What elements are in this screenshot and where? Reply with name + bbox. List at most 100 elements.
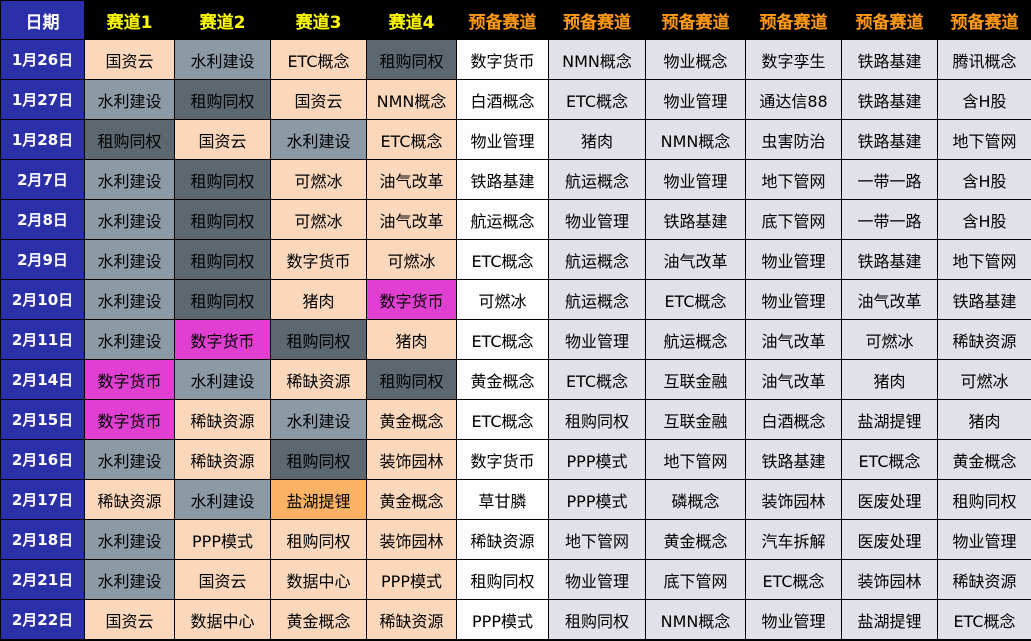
table-row: 2月15日 数字货币 稀缺资源 水利建设 黄金概念 ETC概念 租购同权 互联金融 白酒概念 盐湖…	[0, 399, 1031, 440]
backup-cell: 数字货币	[456, 439, 549, 480]
table-row: 2月17日 稀缺资源 水利建设 盐湖提锂 黄金概念 草甘膦 PPP模式 磷概念 装饰园林 医废处理…	[0, 479, 1031, 520]
date-cell: 2月21日	[0, 559, 85, 600]
track-cell: 数字货币	[366, 279, 457, 320]
track-cell: 可燃冰	[270, 159, 367, 200]
backup-cell: 地下管网	[937, 239, 1031, 280]
track-cell: 租购同权	[174, 79, 271, 120]
backup-cell: ETC概念	[456, 319, 549, 360]
track-cell: 国资云	[84, 599, 175, 640]
track-cell: 国资云	[174, 559, 271, 600]
track-cell: PPP模式	[366, 559, 457, 600]
track-cell: 稀缺资源	[366, 599, 457, 640]
backup-cell: 汽车拆解	[745, 519, 842, 560]
backup-cell: 装饰园林	[841, 559, 938, 600]
backup-cell: 白酒概念	[456, 79, 549, 120]
track-cell: 租购同权	[366, 359, 457, 400]
track-cell: 租购同权	[270, 519, 367, 560]
track-cell: 水利建设	[84, 439, 175, 480]
track-cell: 数字货币	[84, 399, 175, 440]
track-cell: 稀缺资源	[84, 479, 175, 520]
backup-cell: 猪肉	[548, 119, 646, 160]
track-cell: 黄金概念	[270, 599, 367, 640]
table-row: 1月27日 水利建设 租购同权 国资云 NMN概念 白酒概念 ETC概念 物业管理 通达信88 铁…	[0, 79, 1031, 120]
backup-cell: 铁路基建	[841, 39, 938, 80]
backup-cell: 装饰园林	[745, 479, 842, 520]
backup-cell: 航运概念	[548, 279, 646, 320]
track-cell: ETC概念	[366, 119, 457, 160]
date-cell: 1月26日	[0, 39, 85, 80]
backup-cell: 租购同权	[548, 399, 646, 440]
track-cell: 租购同权	[366, 39, 457, 80]
track-cell: 租购同权	[174, 159, 271, 200]
date-cell: 2月22日	[0, 599, 85, 640]
backup-header: 预备赛道	[937, 0, 1031, 40]
backup-cell: 底下管网	[745, 199, 842, 240]
backup-cell: 稀缺资源	[456, 519, 549, 560]
track-cell: 水利建设	[270, 399, 367, 440]
table-row: 2月7日 水利建设 租购同权 可燃冰 油气改革 铁路基建 航运概念 物业管理 地下管网 一带一路含…	[0, 159, 1031, 200]
date-cell: 2月18日	[0, 519, 85, 560]
date-cell: 2月10日	[0, 279, 85, 320]
backup-cell: ETC概念	[645, 279, 746, 320]
backup-cell: 腾讯概念	[937, 39, 1031, 80]
track-cell: 水利建设	[174, 39, 271, 80]
date-cell: 2月11日	[0, 319, 85, 360]
track-cell: 油气改革	[366, 199, 457, 240]
track-cell: 稀缺资源	[174, 439, 271, 480]
backup-cell: 数字孪生	[745, 39, 842, 80]
backup-cell: 盐湖提锂	[841, 599, 938, 640]
track-cell: 猪肉	[366, 319, 457, 360]
track-cell: 黄金概念	[366, 479, 457, 520]
backup-cell: 磷概念	[645, 479, 746, 520]
date-cell: 1月28日	[0, 119, 85, 160]
track-cell: 水利建设	[84, 239, 175, 280]
track-cell: 可燃冰	[366, 239, 457, 280]
table-row: 2月8日 水利建设 租购同权 可燃冰 油气改革 航运概念 物业管理 铁路基建 底下管网 一带一路含…	[0, 199, 1031, 240]
track-cell: PPP模式	[174, 519, 271, 560]
track-cell: 水利建设	[84, 279, 175, 320]
backup-cell: ETC概念	[456, 399, 549, 440]
backup-cell: 地下管网	[937, 119, 1031, 160]
track-cell: 租购同权	[174, 279, 271, 320]
backup-cell: 地下管网	[548, 519, 646, 560]
backup-cell: 地下管网	[645, 439, 746, 480]
backup-cell: 物业管理	[937, 519, 1031, 560]
table-body: 1月26日 国资云 水利建设 ETC概念 租购同权 数字货币 NMN概念 物业概念 数字孪生 铁路…	[0, 39, 1031, 640]
backup-cell: 物业管理	[745, 599, 842, 640]
backup-header: 预备赛道	[548, 0, 646, 40]
track-cell: 水利建设	[84, 519, 175, 560]
backup-cell: NMN概念	[548, 39, 646, 80]
backup-header: 预备赛道	[745, 0, 842, 40]
backup-cell: 医废处理	[841, 519, 938, 560]
backup-cell: 铁路基建	[841, 119, 938, 160]
backup-cell: 数字货币	[456, 39, 549, 80]
track-cell: 国资云	[84, 39, 175, 80]
backup-cell: 铁路基建	[456, 159, 549, 200]
backup-cell: 互联金融	[645, 399, 746, 440]
backup-cell: NMN概念	[645, 119, 746, 160]
backup-cell: 猪肉	[841, 359, 938, 400]
track-cell: 水利建设	[84, 559, 175, 600]
track-cell: 黄金概念	[366, 399, 457, 440]
track-cell: 国资云	[270, 79, 367, 120]
table-row: 2月10日 水利建设 租购同权 猪肉 数字货币 可燃冰 航运概念 ETC概念 物业管理 油气改革铁…	[0, 279, 1031, 320]
date-header: 日期	[0, 0, 85, 40]
backup-cell: ETC概念	[548, 79, 646, 120]
backup-header: 预备赛道	[645, 0, 746, 40]
backup-cell: 一带一路	[841, 159, 938, 200]
track-cell: 水利建设	[84, 199, 175, 240]
backup-cell: 可燃冰	[456, 279, 549, 320]
backup-cell: 虫害防治	[745, 119, 842, 160]
backup-cell: 猪肉	[937, 399, 1031, 440]
backup-cell: 物业管理	[548, 559, 646, 600]
backup-cell: 含H股	[937, 159, 1031, 200]
table-row: 2月14日 数字货币 水利建设 稀缺资源 租购同权 黄金概念 ETC概念 互联金融 油气改革 猪肉…	[0, 359, 1031, 400]
backup-cell: 铁路基建	[841, 239, 938, 280]
track-cell: 数字货币	[174, 319, 271, 360]
track-cell: 租购同权	[174, 239, 271, 280]
backup-cell: PPP模式	[548, 479, 646, 520]
track-cell: 数字货币	[270, 239, 367, 280]
track-cell: 猪肉	[270, 279, 367, 320]
track-cell: 租购同权	[270, 319, 367, 360]
date-cell: 2月17日	[0, 479, 85, 520]
